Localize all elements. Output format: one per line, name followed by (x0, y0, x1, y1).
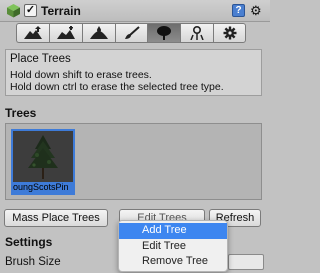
paint-height-tool[interactable] (48, 23, 82, 43)
help-icon[interactable]: ? (232, 4, 245, 17)
brush-size-field[interactable] (228, 254, 264, 270)
mountain-drop-icon (89, 26, 108, 39)
pine-tree-preview-icon (28, 135, 58, 179)
terrain-enabled-checkbox[interactable]: ✓ (24, 4, 37, 17)
tree-icon (157, 26, 172, 40)
trees-section-label: Trees (5, 106, 37, 120)
tool-help-box: Place Trees Hold down shift to erase tre… (5, 49, 262, 96)
settings-section-label: Settings (5, 235, 53, 249)
terrain-cube-icon (7, 4, 20, 18)
brush-size-label: Brush Size (5, 256, 61, 268)
brush-icon (124, 26, 140, 39)
checkmark-icon: ✓ (25, 4, 36, 16)
menu-item-add-tree[interactable]: Add Tree (119, 223, 227, 239)
menu-item-remove-tree[interactable]: Remove Tree (119, 254, 227, 270)
tool-title: Place Trees (10, 53, 71, 65)
terrain-settings-tool[interactable] (213, 23, 247, 43)
place-trees-tool[interactable] (147, 23, 181, 43)
inspector-header: ✓ Terrain ? ⚙ (0, 0, 270, 22)
mass-place-trees-button[interactable]: Mass Place Trees (4, 209, 108, 227)
mountain-plateau-icon (56, 26, 75, 39)
smooth-height-tool[interactable] (81, 23, 115, 43)
trees-list-panel: oungScotsPin (5, 123, 262, 200)
component-title: Terrain (41, 4, 81, 18)
menu-item-edit-tree[interactable]: Edit Tree (119, 239, 227, 255)
paint-texture-tool[interactable] (114, 23, 148, 43)
tree-prototype-label: oungScotsPin (13, 182, 73, 193)
paint-details-tool[interactable] (180, 23, 214, 43)
terrain-tool-bar (16, 23, 247, 43)
tree-prototype-thumbnail[interactable]: oungScotsPin (11, 129, 75, 195)
raise-lower-tool[interactable] (16, 23, 49, 43)
mountain-arrow-icon (23, 26, 42, 39)
help-text-line-1: Hold down shift to erase trees. (10, 69, 152, 81)
gear-icon (223, 26, 237, 40)
help-text-line-2: Hold down ctrl to erase the selected tre… (10, 81, 224, 93)
gear-icon[interactable]: ⚙ (250, 4, 262, 17)
edit-trees-menu: Add Tree Edit Tree Remove Tree (118, 220, 228, 272)
flower-grass-icon (190, 26, 204, 40)
